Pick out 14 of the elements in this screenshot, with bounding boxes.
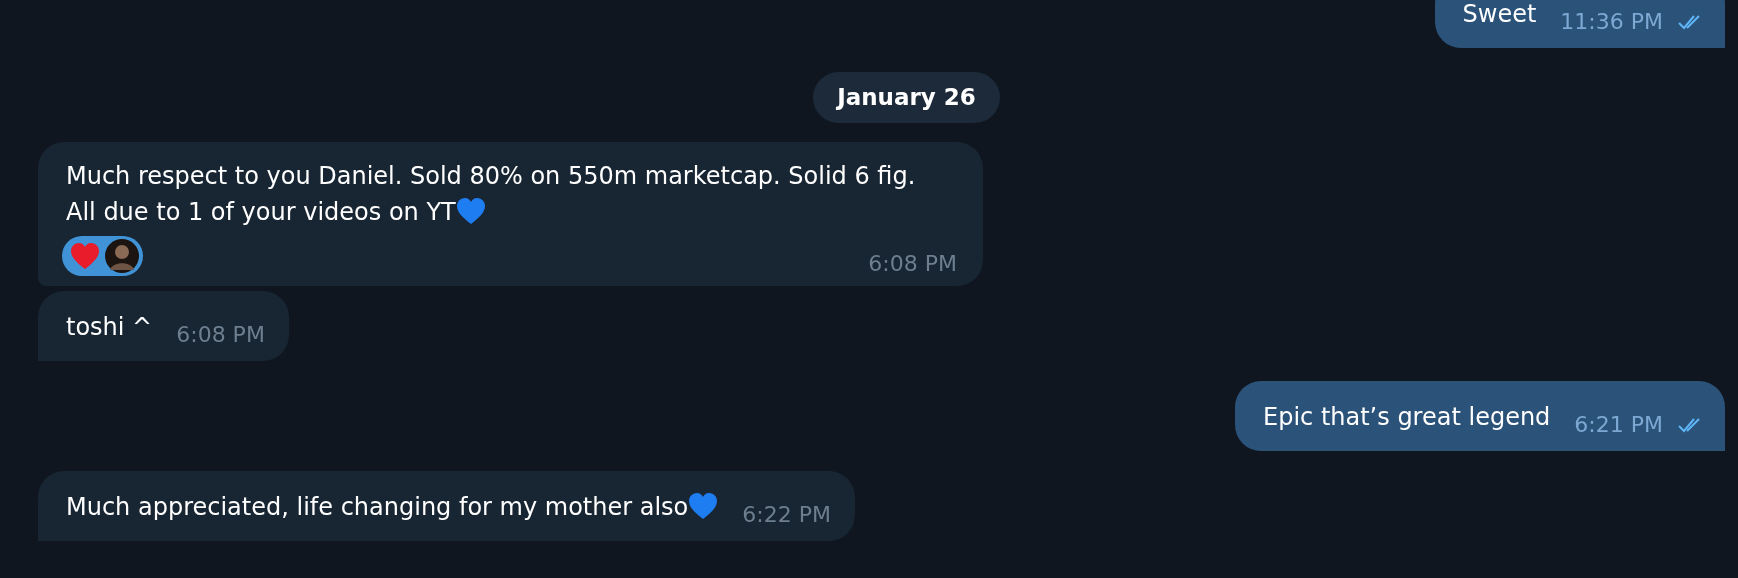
message-time: 6:21 PM (1574, 412, 1663, 437)
reaction-pill[interactable] (62, 236, 143, 276)
message-time: 11:36 PM (1560, 9, 1663, 34)
message-time: 6:08 PM (868, 251, 957, 276)
message-time: 6:22 PM (742, 502, 831, 527)
heart-icon (70, 242, 100, 270)
message-text: Sweet (1462, 0, 1537, 28)
message-text: Epic that’s great legend (1263, 403, 1551, 431)
message-text: Much respect to you Daniel. Sold 80% on 550m marketcap. Solid 6 fig. All due to 1 of your videos on YT (66, 162, 917, 226)
message-text: toshi ^ (66, 313, 153, 341)
message-time: 6:08 PM (176, 322, 265, 347)
date-label: January 26 (813, 72, 1000, 123)
avatar-icon (104, 238, 140, 274)
message-text: Much appreciated, life changing for my mother also (66, 493, 689, 521)
